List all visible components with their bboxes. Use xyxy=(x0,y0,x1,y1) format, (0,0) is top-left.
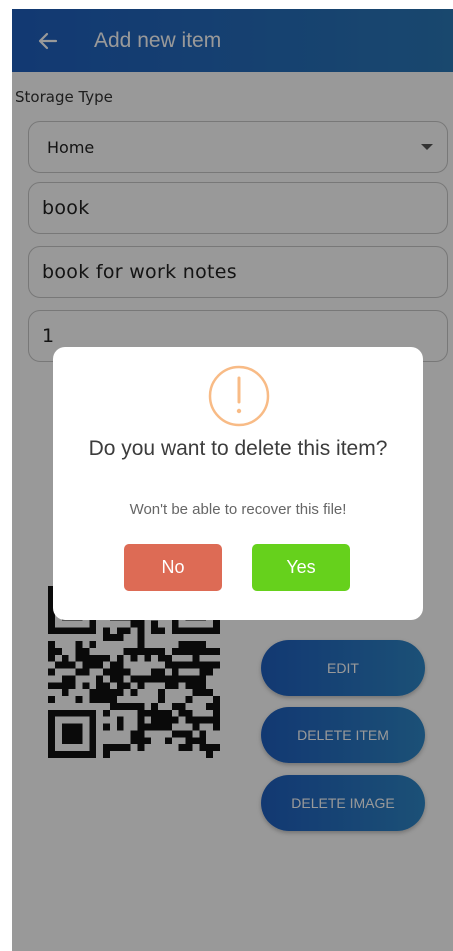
warning-circle-icon xyxy=(208,365,270,427)
dialog-title: Do you want to delete this item? xyxy=(88,437,388,460)
app-screen: Add new item Storage Type Home book book… xyxy=(12,9,453,951)
dialog-message: Won't be able to recover this file! xyxy=(129,501,347,518)
yes-button[interactable]: Yes xyxy=(252,544,350,591)
no-button[interactable]: No xyxy=(124,544,222,591)
delete-confirm-dialog: Do you want to delete this item? Won't b… xyxy=(53,347,423,620)
